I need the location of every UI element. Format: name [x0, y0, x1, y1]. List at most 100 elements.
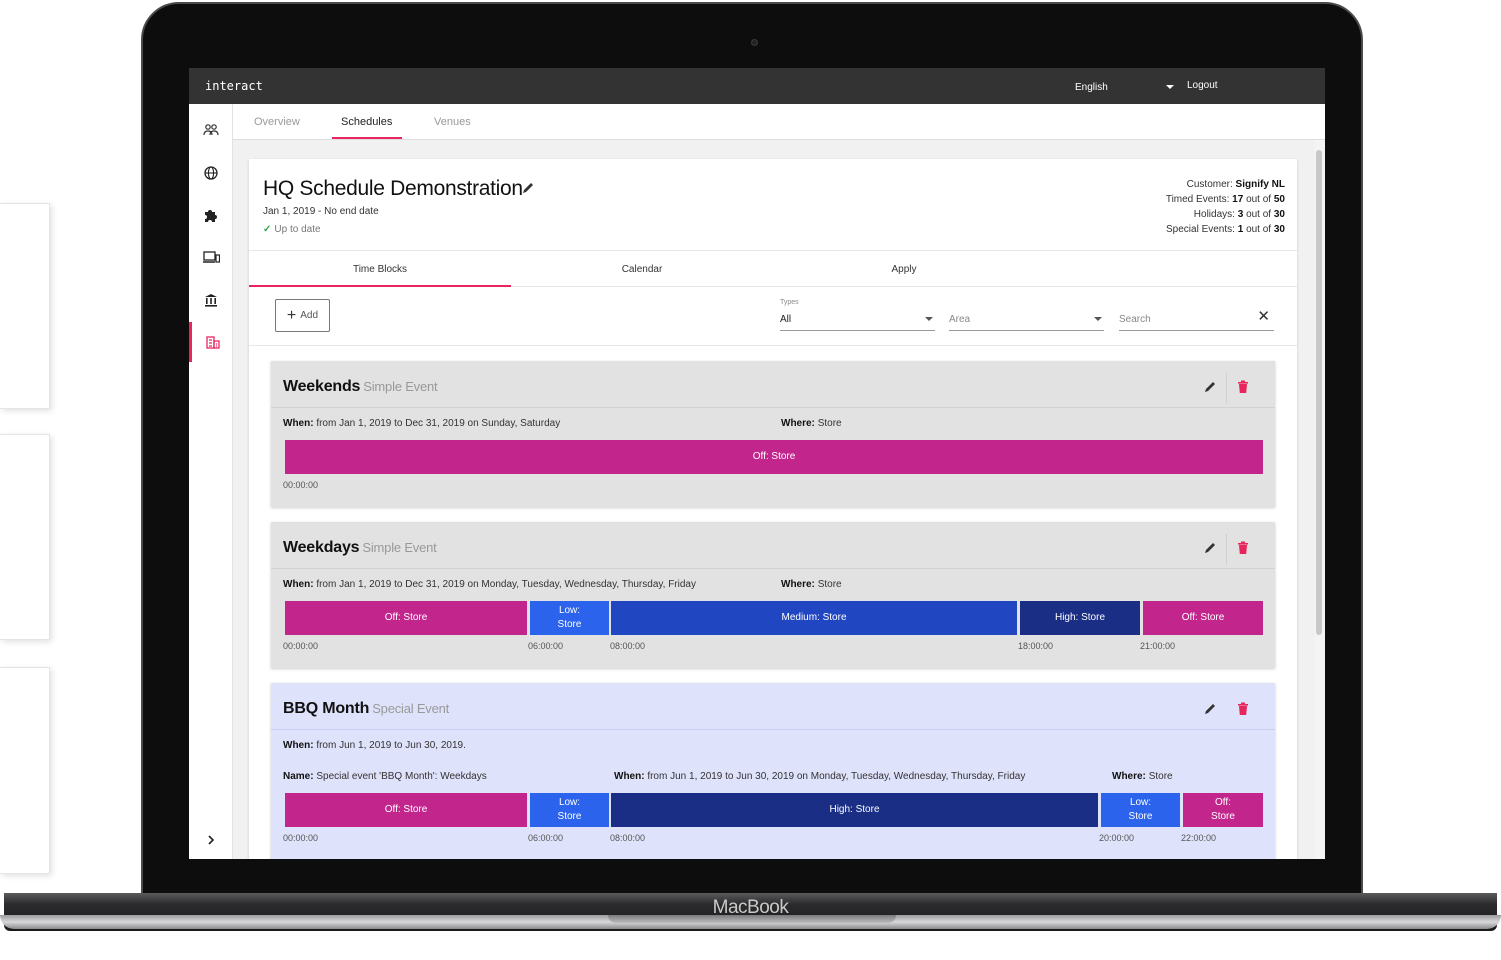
search-input[interactable]: Search ✕ [1119, 299, 1274, 331]
active-tab-indicator [332, 137, 402, 139]
scrollbar-thumb[interactable] [1316, 150, 1322, 635]
segment-start-time: 00:00:00 [283, 833, 319, 843]
types-value: All [780, 314, 792, 325]
tab-apply[interactable]: Apply [773, 264, 1035, 275]
segment-start-time: 00:00:00 [283, 480, 319, 490]
time-segment[interactable]: Off: Store [285, 601, 527, 635]
area-placeholder: Area [949, 314, 971, 325]
bank-icon [205, 294, 217, 307]
stat-customer: Customer: Signify NL [1186, 179, 1285, 190]
chevron-down-icon [925, 317, 933, 321]
segment-start-time: 18:00:00 [1018, 641, 1054, 651]
block-title: Weekdays Simple Event [283, 539, 437, 556]
close-icon[interactable]: ✕ [1257, 307, 1270, 325]
time-segment[interactable]: Off: Store [285, 440, 1263, 474]
segment-start-time: 06:00:00 [528, 641, 564, 651]
tab-time-blocks[interactable]: Time Blocks [249, 264, 511, 275]
segment-start-time: 08:00:00 [610, 833, 646, 843]
time-block-weekdays: Weekdays Simple Event When: from Jan 1, 2… [271, 522, 1275, 668]
block-divider [271, 407, 1275, 408]
toolbar-divider [249, 345, 1297, 346]
block-title: BBQ Month Special Event [283, 700, 450, 717]
sidebar-item-bank[interactable] [189, 280, 233, 320]
pencil-icon[interactable] [1203, 541, 1217, 555]
tab-overview[interactable]: Overview [254, 116, 300, 128]
block-when: When: from Jan 1, 2019 to Dec 31, 2019 o… [283, 579, 696, 590]
segment-start-time: 21:00:00 [1140, 641, 1176, 651]
sidebar-expand-button[interactable] [189, 820, 233, 859]
sub-tabs: Time Blocks Calendar Apply [249, 250, 1297, 287]
time-segment[interactable]: Low: Store [530, 793, 609, 827]
block-when-detail: When: from Jun 1, 2019 to Jun 30, 2019 o… [614, 771, 1026, 782]
puzzle-icon [205, 210, 217, 222]
chevron-right-icon [208, 835, 215, 845]
background-card-2 [0, 434, 50, 640]
segment-start-time: 08:00:00 [610, 641, 646, 651]
logout-link[interactable]: Logout [1187, 80, 1218, 91]
time-segment[interactable]: Low: Store [1101, 793, 1180, 827]
time-segment[interactable]: Off: Store [285, 793, 527, 827]
block-where: Where: Store [781, 579, 842, 590]
status-label: Up to date [274, 224, 321, 235]
trash-icon[interactable] [1237, 380, 1249, 394]
time-segment[interactable]: High: Store [611, 793, 1098, 827]
action-divider [1226, 373, 1227, 403]
camera-icon [751, 39, 758, 46]
building-icon [205, 335, 220, 349]
block-divider [271, 568, 1275, 569]
trash-icon[interactable] [1237, 702, 1249, 716]
sidebar [189, 104, 233, 859]
schedule-stats: Customer: Signify NL Timed Events: 17 ou… [1166, 177, 1285, 237]
brand-label: MacBook [712, 897, 789, 918]
laptop-base: MacBook [0, 893, 1501, 960]
page-scrollbar[interactable] [1314, 140, 1325, 859]
sidebar-item-devices[interactable] [189, 237, 233, 277]
time-segment[interactable]: High: Store [1020, 601, 1140, 635]
pencil-icon[interactable] [1203, 380, 1217, 394]
time-segment[interactable]: Off: Store [1143, 601, 1263, 635]
segment-start-time: 20:00:00 [1099, 833, 1135, 843]
block-when: When: from Jun 1, 2019 to Jun 30, 2019. [283, 740, 466, 751]
users-icon [203, 124, 219, 136]
sidebar-item-globe[interactable] [189, 153, 233, 193]
tab-calendar[interactable]: Calendar [511, 264, 773, 275]
app-screen: interact English Logout Overview Schedul… [189, 68, 1325, 859]
block-where: Where: Store [781, 418, 842, 429]
stat-special-events: Special Events: 1 out of 30 [1166, 224, 1285, 235]
schedule-card: HQ Schedule Demonstration Jan 1, 2019 - … [249, 159, 1297, 859]
chevron-down-icon[interactable] [1166, 85, 1174, 89]
block-event-name: Name: Special event 'BBQ Month': Weekday… [283, 771, 487, 782]
page-title: HQ Schedule Demonstration [263, 177, 523, 200]
tab-venues[interactable]: Venues [434, 116, 471, 128]
time-block-bbq-month: BBQ Month Special Event When: from Jun 1,… [271, 683, 1275, 859]
segment-start-time: 06:00:00 [528, 833, 564, 843]
tab-schedules[interactable]: Schedules [341, 116, 392, 128]
time-segment[interactable]: Low: Store [530, 601, 609, 635]
pencil-icon[interactable] [1203, 702, 1217, 716]
block-title: Weekends Simple Event [283, 378, 438, 395]
block-where: Where: Store [1112, 771, 1173, 782]
background-card-1 [0, 203, 50, 409]
status-text: ✓ Up to date [263, 224, 321, 235]
app-logo[interactable]: interact [205, 79, 263, 93]
language-select[interactable]: English [1075, 82, 1108, 93]
time-segment[interactable]: Off: Store [1183, 793, 1263, 827]
background-card-3 [0, 667, 50, 874]
sidebar-item-buildings[interactable] [189, 322, 233, 362]
chevron-down-icon [1094, 317, 1102, 321]
pencil-icon[interactable] [521, 181, 535, 195]
trash-icon[interactable] [1237, 541, 1249, 555]
types-select[interactable]: Types All [780, 299, 935, 331]
stat-timed-events: Timed Events: 17 out of 50 [1165, 194, 1285, 205]
globe-icon [204, 166, 218, 180]
add-button[interactable]: + Add [275, 299, 330, 332]
area-select[interactable]: Area [949, 299, 1104, 331]
sidebar-item-extensions[interactable] [189, 195, 233, 235]
action-divider [1226, 534, 1227, 564]
schedule-date-range: Jan 1, 2019 - No end date [263, 206, 379, 217]
time-segment[interactable]: Medium: Store [611, 601, 1017, 635]
search-placeholder: Search [1119, 314, 1151, 325]
devices-icon [202, 250, 220, 263]
types-label: Types [780, 299, 799, 306]
sidebar-item-users[interactable] [189, 110, 233, 150]
